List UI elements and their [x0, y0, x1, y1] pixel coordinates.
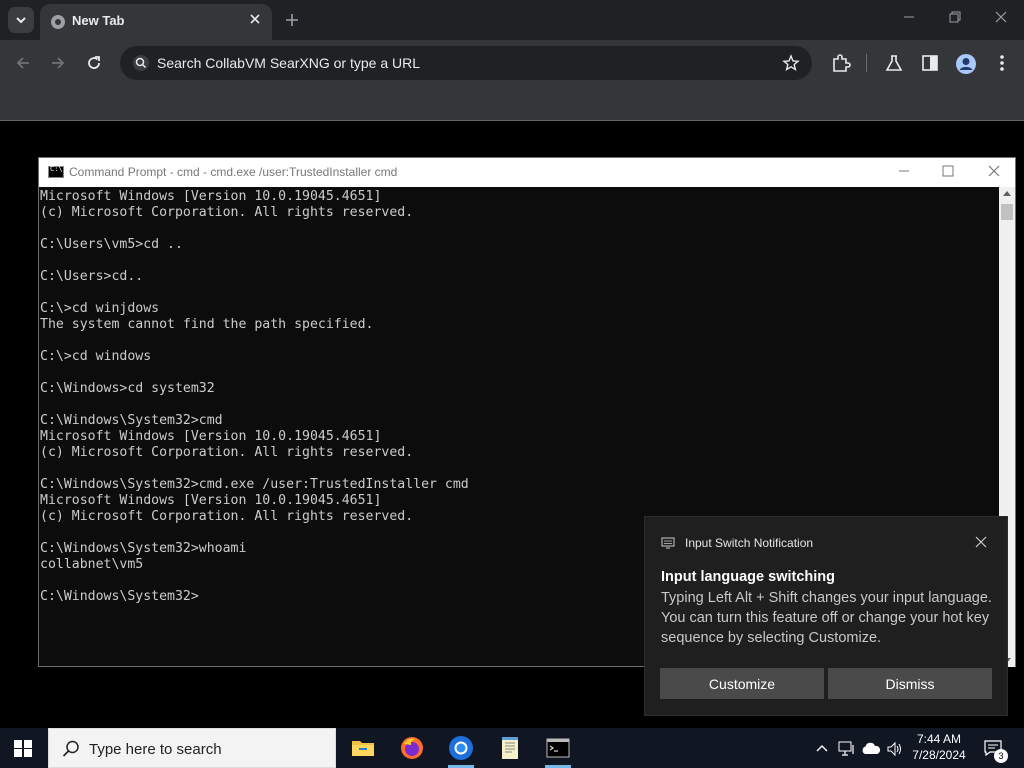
file-explorer-folder-icon: [352, 741, 374, 756]
network-ethernet-icon[interactable]: [838, 741, 856, 757]
console-line: C:\>cd winjdows: [40, 301, 160, 316]
console-line: Microsoft Windows [Version 10.0.19045.46…: [40, 493, 382, 508]
search-engine-icon[interactable]: [132, 54, 150, 72]
console-line: Microsoft Windows [Version 10.0.19045.46…: [40, 189, 382, 204]
console-line: The system cannot find the path specifie…: [40, 317, 374, 332]
console-line: C:\Windows\System32>cmd: [40, 413, 223, 428]
customize-button[interactable]: Customize: [660, 668, 824, 699]
taskbar-search-placeholder: Type here to search: [89, 741, 222, 758]
close-tab-icon[interactable]: [248, 12, 262, 26]
cmd-close-icon[interactable]: [987, 164, 1001, 178]
tab-search-button[interactable]: [8, 7, 34, 33]
dismiss-button[interactable]: Dismiss: [828, 668, 992, 699]
clock-date: 7/28/2024: [912, 748, 966, 762]
scroll-up-arrow-icon[interactable]: [1003, 191, 1011, 196]
toast-close-icon[interactable]: [975, 536, 987, 548]
side-panel-icon[interactable]: [920, 53, 940, 73]
notification-count-badge: 3: [994, 749, 1008, 763]
taskbar-app-file-explorer[interactable]: [340, 728, 386, 768]
toolbar-separator: [866, 54, 867, 72]
taskbar-app-notepad[interactable]: [487, 728, 533, 768]
profile-avatar-icon[interactable]: [955, 53, 977, 75]
cmd-app-icon: [48, 165, 64, 178]
taskbar-app-firefox[interactable]: [389, 728, 435, 768]
toast-app-name: Input Switch Notification: [685, 536, 814, 550]
console-line: C:\Windows>cd system32: [40, 381, 215, 396]
console-line: (c) Microsoft Corporation. All rights re…: [40, 205, 414, 220]
taskbar-clock[interactable]: 7:44 AM 7/28/2024: [904, 731, 974, 763]
console-line: (c) Microsoft Corporation. All rights re…: [40, 445, 414, 460]
command-prompt-icon: [546, 738, 570, 758]
tab-new-tab[interactable]: New Tab: [40, 4, 272, 40]
close-window-icon[interactable]: [994, 10, 1008, 24]
browser-tabstrip: New Tab: [0, 0, 1024, 40]
kebab-menu-icon[interactable]: [994, 53, 1010, 73]
cmd-titlebar[interactable]: Command Prompt - cmd - cmd.exe /user:Tru…: [39, 158, 1015, 187]
back-arrow-icon[interactable]: [14, 54, 32, 72]
extensions-puzzle-icon[interactable]: [831, 53, 851, 73]
labs-flask-icon[interactable]: [884, 53, 904, 73]
reload-icon[interactable]: [85, 54, 103, 72]
windows-taskbar: Type here to search 7:44 AM 7/28/2024 3: [0, 728, 1024, 768]
show-hidden-icons-chevron-up-icon[interactable]: [815, 742, 829, 754]
tab-title: New Tab: [72, 13, 125, 28]
cmd-minimize-icon[interactable]: [897, 164, 911, 178]
restore-window-icon[interactable]: [948, 10, 962, 24]
console-line: C:\Windows\System32>cmd.exe /user:Truste…: [40, 477, 469, 492]
new-tab-plus-icon[interactable]: [282, 10, 302, 30]
cmd-maximize-icon[interactable]: [941, 164, 955, 178]
taskbar-search-box[interactable]: Type here to search: [48, 728, 336, 768]
chromium-icon: [449, 736, 473, 760]
console-line: C:\Users>cd..: [40, 269, 144, 284]
toast-heading: Input language switching: [661, 569, 835, 585]
search-icon: [62, 740, 79, 757]
start-button-windows-icon[interactable]: [14, 740, 32, 757]
console-line: C:\>cd windows: [40, 349, 152, 364]
scroll-thumb[interactable]: [1001, 204, 1013, 220]
toast-body: Typing Left Alt + Shift changes your inp…: [661, 590, 992, 646]
notepad-icon: [502, 737, 518, 759]
address-bar[interactable]: Search CollabVM SearXNG or type a URL: [120, 46, 812, 80]
content-divider: [0, 120, 1024, 121]
browser-toolbar: Search CollabVM SearXNG or type a URL: [0, 40, 1024, 86]
taskbar-app-chromium[interactable]: [438, 728, 484, 768]
forward-arrow-icon[interactable]: [49, 54, 67, 72]
address-bar-placeholder: Search CollabVM SearXNG or type a URL: [157, 55, 420, 71]
console-line: Microsoft Windows [Version 10.0.19045.46…: [40, 429, 382, 444]
volume-speaker-icon[interactable]: [886, 741, 904, 757]
new-tab-favicon-icon: [51, 15, 65, 29]
onedrive-cloud-icon[interactable]: [861, 742, 881, 755]
input-switch-notification-toast: Input Switch Notification Input language…: [644, 516, 1008, 716]
cmd-window-title: Command Prompt - cmd - cmd.exe /user:Tru…: [69, 165, 398, 179]
bookmarks-bar: [0, 86, 1024, 120]
bookmark-star-icon[interactable]: [782, 54, 800, 72]
console-line: C:\Users\vm5>cd ..: [40, 237, 183, 252]
clock-time: 7:44 AM: [916, 732, 962, 746]
chevron-down-icon: [16, 17, 26, 24]
keyboard-icon: [661, 537, 675, 549]
minimize-window-icon[interactable]: [902, 10, 916, 24]
firefox-icon: [401, 737, 423, 759]
taskbar-app-command-prompt[interactable]: [535, 728, 581, 768]
